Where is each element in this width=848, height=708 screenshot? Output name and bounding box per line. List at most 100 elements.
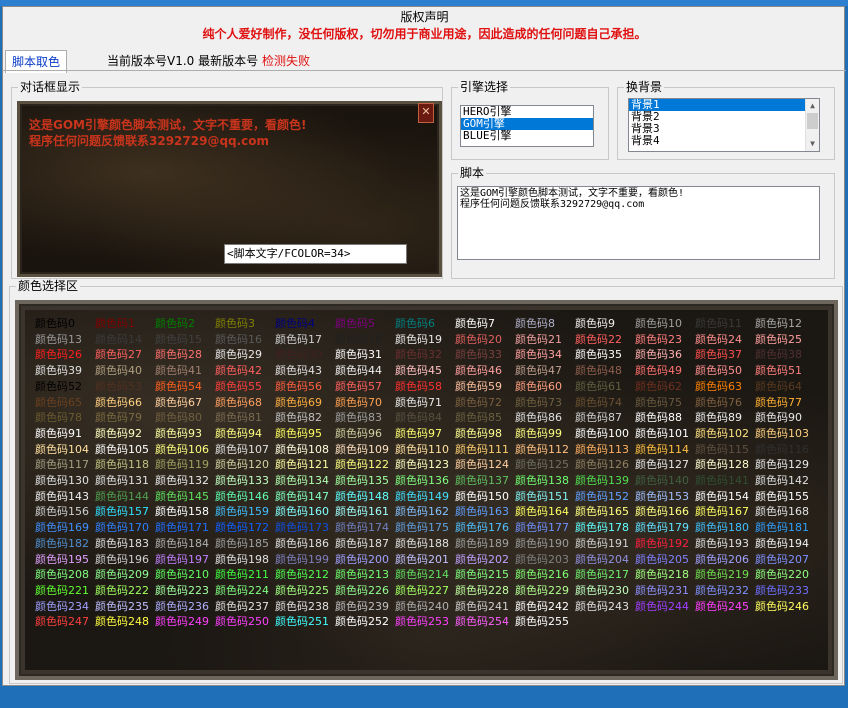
color-code-item[interactable]: 颜色码39 [35,365,82,377]
color-code-item[interactable]: 颜色码29 [215,349,262,361]
color-code-item[interactable]: 颜色码30 [275,349,322,361]
color-code-item[interactable]: 颜色码47 [515,365,562,377]
color-code-item[interactable]: 颜色码59 [455,380,502,393]
color-code-item[interactable]: 颜色码181 [755,522,809,534]
color-code-item[interactable]: 颜色码10 [635,318,682,330]
color-code-item[interactable]: 颜色码254 [455,616,509,628]
color-code-item[interactable]: 颜色码224 [215,584,269,597]
color-code-item[interactable]: 颜色码111 [455,443,509,456]
color-code-item[interactable]: 颜色码228 [455,584,509,597]
color-code-item[interactable]: 颜色码202 [455,553,509,566]
color-code-item[interactable]: 颜色码7 [455,318,495,330]
color-code-item[interactable]: 颜色码194 [755,537,809,550]
color-code-item[interactable]: 颜色码55 [215,380,262,393]
color-code-item[interactable]: 颜色码189 [455,537,509,550]
color-code-item[interactable]: 颜色码159 [215,506,269,518]
color-code-item[interactable]: 颜色码149 [395,490,449,503]
color-code-item[interactable]: 颜色码164 [515,506,569,518]
color-code-item[interactable]: 颜色码37 [695,349,742,361]
color-code-item[interactable]: 颜色码32 [395,349,442,361]
color-code-item[interactable]: 颜色码26 [35,349,82,361]
color-code-item[interactable]: 颜色码165 [575,506,629,518]
color-code-item[interactable]: 颜色码156 [35,506,89,518]
color-code-item[interactable]: 颜色码40 [95,365,142,377]
color-code-item[interactable]: 颜色码49 [635,365,682,377]
color-code-item[interactable]: 颜色码137 [455,475,509,487]
color-code-item[interactable]: 颜色码252 [335,616,389,628]
color-code-item[interactable]: 颜色码201 [395,553,449,566]
color-code-item[interactable]: 颜色码42 [215,365,262,377]
color-code-item[interactable]: 颜色码180 [695,522,749,534]
color-code-item[interactable]: 颜色码46 [455,365,502,377]
color-code-item[interactable]: 颜色码36 [635,349,682,361]
color-code-item[interactable]: 颜色码173 [275,522,329,534]
color-code-item[interactable]: 颜色码174 [335,522,389,534]
color-code-item[interactable]: 颜色码230 [575,584,629,597]
color-code-item[interactable]: 颜色码0 [35,318,75,330]
color-code-item[interactable]: 颜色码45 [395,365,442,377]
color-code-item[interactable]: 颜色码85 [455,412,502,424]
color-code-item[interactable]: 颜色码188 [395,537,449,550]
color-code-item[interactable]: 颜色码130 [35,475,89,487]
color-code-item[interactable]: 颜色码185 [215,537,269,550]
color-code-item[interactable]: 颜色码219 [695,569,749,581]
color-code-item[interactable]: 颜色码211 [215,569,269,581]
color-code-item[interactable]: 颜色码4 [275,318,315,330]
color-code-item[interactable]: 颜色码92 [95,427,142,440]
color-code-item[interactable]: 颜色码147 [275,490,329,503]
color-code-item[interactable]: 颜色码17 [275,333,322,346]
color-code-item[interactable]: 颜色码217 [575,569,629,581]
color-code-item[interactable]: 颜色码65 [35,396,82,409]
color-code-item[interactable]: 颜色码22 [575,333,622,346]
background-listbox[interactable]: 背景1 背景2 背景3 背景4 ▲ ▼ [628,98,820,152]
color-code-item[interactable]: 颜色码179 [635,522,689,534]
color-code-item[interactable]: 颜色码139 [575,475,629,487]
color-code-item[interactable]: 颜色码135 [335,475,389,487]
color-code-item[interactable]: 颜色码220 [755,569,809,581]
color-code-item[interactable]: 颜色码232 [695,584,749,597]
color-code-item[interactable]: 颜色码176 [455,522,509,534]
color-code-item[interactable]: 颜色码122 [335,459,389,471]
color-code-item[interactable]: 颜色码61 [575,380,622,393]
color-code-item[interactable]: 颜色码190 [515,537,569,550]
color-code-item[interactable]: 颜色码114 [635,443,689,456]
color-code-item[interactable]: 颜色码80 [155,412,202,424]
color-code-item[interactable]: 颜色码16 [215,333,262,346]
color-code-item[interactable]: 颜色码177 [515,522,569,534]
color-code-item[interactable]: 颜色码236 [155,600,209,613]
color-code-item[interactable]: 颜色码142 [755,475,809,487]
color-code-item[interactable]: 颜色码72 [455,396,502,409]
color-code-item[interactable]: 颜色码3 [215,318,255,330]
color-code-item[interactable]: 颜色码242 [515,600,569,613]
color-code-item[interactable]: 颜色码196 [95,553,149,566]
color-code-item[interactable]: 颜色码192 [635,537,689,550]
color-code-item[interactable]: 颜色码94 [215,427,262,440]
color-code-item[interactable]: 颜色码68 [215,396,262,409]
color-code-item[interactable]: 颜色码120 [215,459,269,471]
color-code-item[interactable]: 颜色码166 [635,506,689,518]
color-code-item[interactable]: 颜色码97 [395,427,442,440]
color-code-item[interactable]: 颜色码11 [695,318,742,330]
color-code-item[interactable]: 颜色码250 [215,616,269,628]
color-code-item[interactable]: 颜色码197 [155,553,209,566]
color-code-item[interactable]: 颜色码2 [155,318,195,330]
background-item[interactable]: 背景4 [629,135,819,147]
color-code-item[interactable]: 颜色码245 [695,600,749,613]
color-code-item[interactable]: 颜色码88 [635,412,682,424]
color-code-item[interactable]: 颜色码82 [275,412,322,424]
color-code-item[interactable]: 颜色码18 [335,333,382,346]
color-code-item[interactable]: 颜色码1 [95,318,135,330]
color-code-item[interactable]: 颜色码213 [335,569,389,581]
color-code-item[interactable]: 颜色码106 [155,443,209,456]
color-code-item[interactable]: 颜色码199 [275,553,329,566]
color-code-item[interactable]: 颜色码79 [95,412,142,424]
color-code-item[interactable]: 颜色码23 [635,333,682,346]
color-code-item[interactable]: 颜色码240 [395,600,449,613]
color-code-item[interactable]: 颜色码35 [575,349,622,361]
color-code-item[interactable]: 颜色码104 [35,443,89,456]
color-code-item[interactable]: 颜色码33 [455,349,502,361]
color-code-item[interactable]: 颜色码87 [575,412,622,424]
color-code-item[interactable]: 颜色码191 [575,537,629,550]
color-code-item[interactable]: 颜色码225 [275,584,329,597]
color-code-item[interactable]: 颜色码121 [275,459,329,471]
